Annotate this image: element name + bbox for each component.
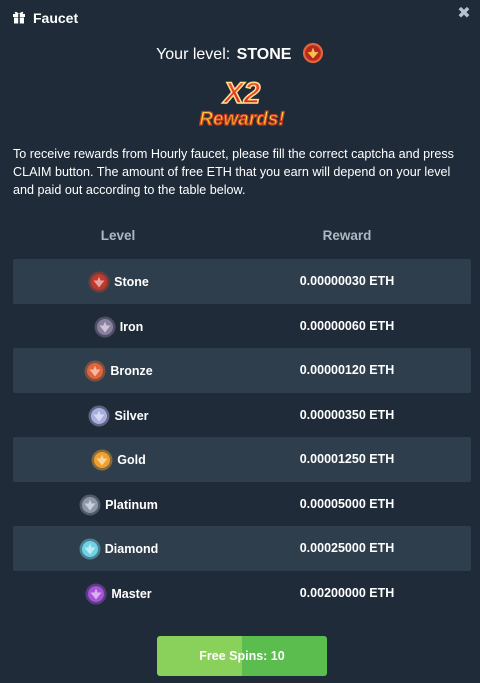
header-level: Level <box>100 228 136 243</box>
stone-badge-icon <box>302 42 324 64</box>
rewards-text: Rewards! <box>199 109 285 130</box>
table-header: Level Reward <box>13 228 471 246</box>
level-cell: Master <box>13 571 223 616</box>
table-row: Bronze 0.00000120 ETH <box>13 348 471 393</box>
level-prefix: Your level: <box>156 46 231 63</box>
header-reward: Reward <box>322 228 372 243</box>
master-badge-icon <box>85 583 107 604</box>
reward-cell: 0.00005000 ETH <box>299 497 395 511</box>
table-row: Silver 0.00000350 ETH <box>13 393 471 438</box>
modal-title: Faucet <box>33 10 79 26</box>
reward-cell: 0.00025000 ETH <box>299 541 395 555</box>
gift-icon <box>13 11 25 24</box>
reward-cell: 0.00001250 ETH <box>299 452 395 466</box>
close-icon[interactable]: ✖ <box>457 6 471 22</box>
iron-badge-icon <box>94 316 116 337</box>
table-row: Platinum 0.00005000 ETH <box>13 482 471 527</box>
table-row: Diamond 0.00025000 ETH <box>13 526 471 571</box>
level-name: Silver <box>114 408 149 423</box>
x2-text: X2 <box>222 77 261 110</box>
level-name: Platinum <box>105 497 158 512</box>
gold-badge-icon <box>91 449 113 470</box>
level-name: STONE <box>236 46 292 63</box>
reward-cell: 0.00000030 ETH <box>299 274 395 288</box>
stone-badge-icon <box>88 271 110 292</box>
level-name: Gold <box>117 452 146 467</box>
level-name: Iron <box>119 319 144 334</box>
level-cell: Iron <box>13 304 223 349</box>
platinum-badge-icon <box>79 494 101 515</box>
level-name: Bronze <box>110 363 153 378</box>
reward-cell: 0.00000060 ETH <box>299 319 395 333</box>
level-cell: Stone <box>13 259 223 304</box>
table-row: Stone 0.00000030 ETH <box>13 259 471 304</box>
modal-header: Faucet ✖ <box>0 0 480 36</box>
current-level: Your level: STONE <box>0 42 480 66</box>
level-name: Master <box>111 586 152 601</box>
bronze-badge-icon <box>84 360 106 381</box>
x2-rewards-logo: X2 Rewards! <box>199 76 286 130</box>
table-row: Gold 0.00001250 ETH <box>13 437 471 482</box>
level-cell: Silver <box>13 393 223 438</box>
level-cell: Platinum <box>13 482 223 527</box>
diamond-badge-icon <box>79 538 101 559</box>
faucet-description: To receive rewards from Hourly faucet, p… <box>13 147 454 197</box>
table-row: Iron 0.00000060 ETH <box>13 304 471 349</box>
silver-badge-icon <box>88 405 110 426</box>
reward-cell: 0.00000120 ETH <box>299 363 395 377</box>
reward-cell: 0.00000350 ETH <box>299 408 395 422</box>
table-row: Master 0.00200000 ETH <box>13 571 471 616</box>
level-name: Stone <box>114 274 149 289</box>
reward-cell: 0.00200000 ETH <box>299 586 395 600</box>
level-cell: Diamond <box>13 526 223 571</box>
level-cell: Bronze <box>13 348 223 393</box>
level-name: Diamond <box>104 541 159 556</box>
free-spins-button[interactable]: Free Spins: 10 <box>157 636 327 676</box>
level-cell: Gold <box>13 437 223 482</box>
